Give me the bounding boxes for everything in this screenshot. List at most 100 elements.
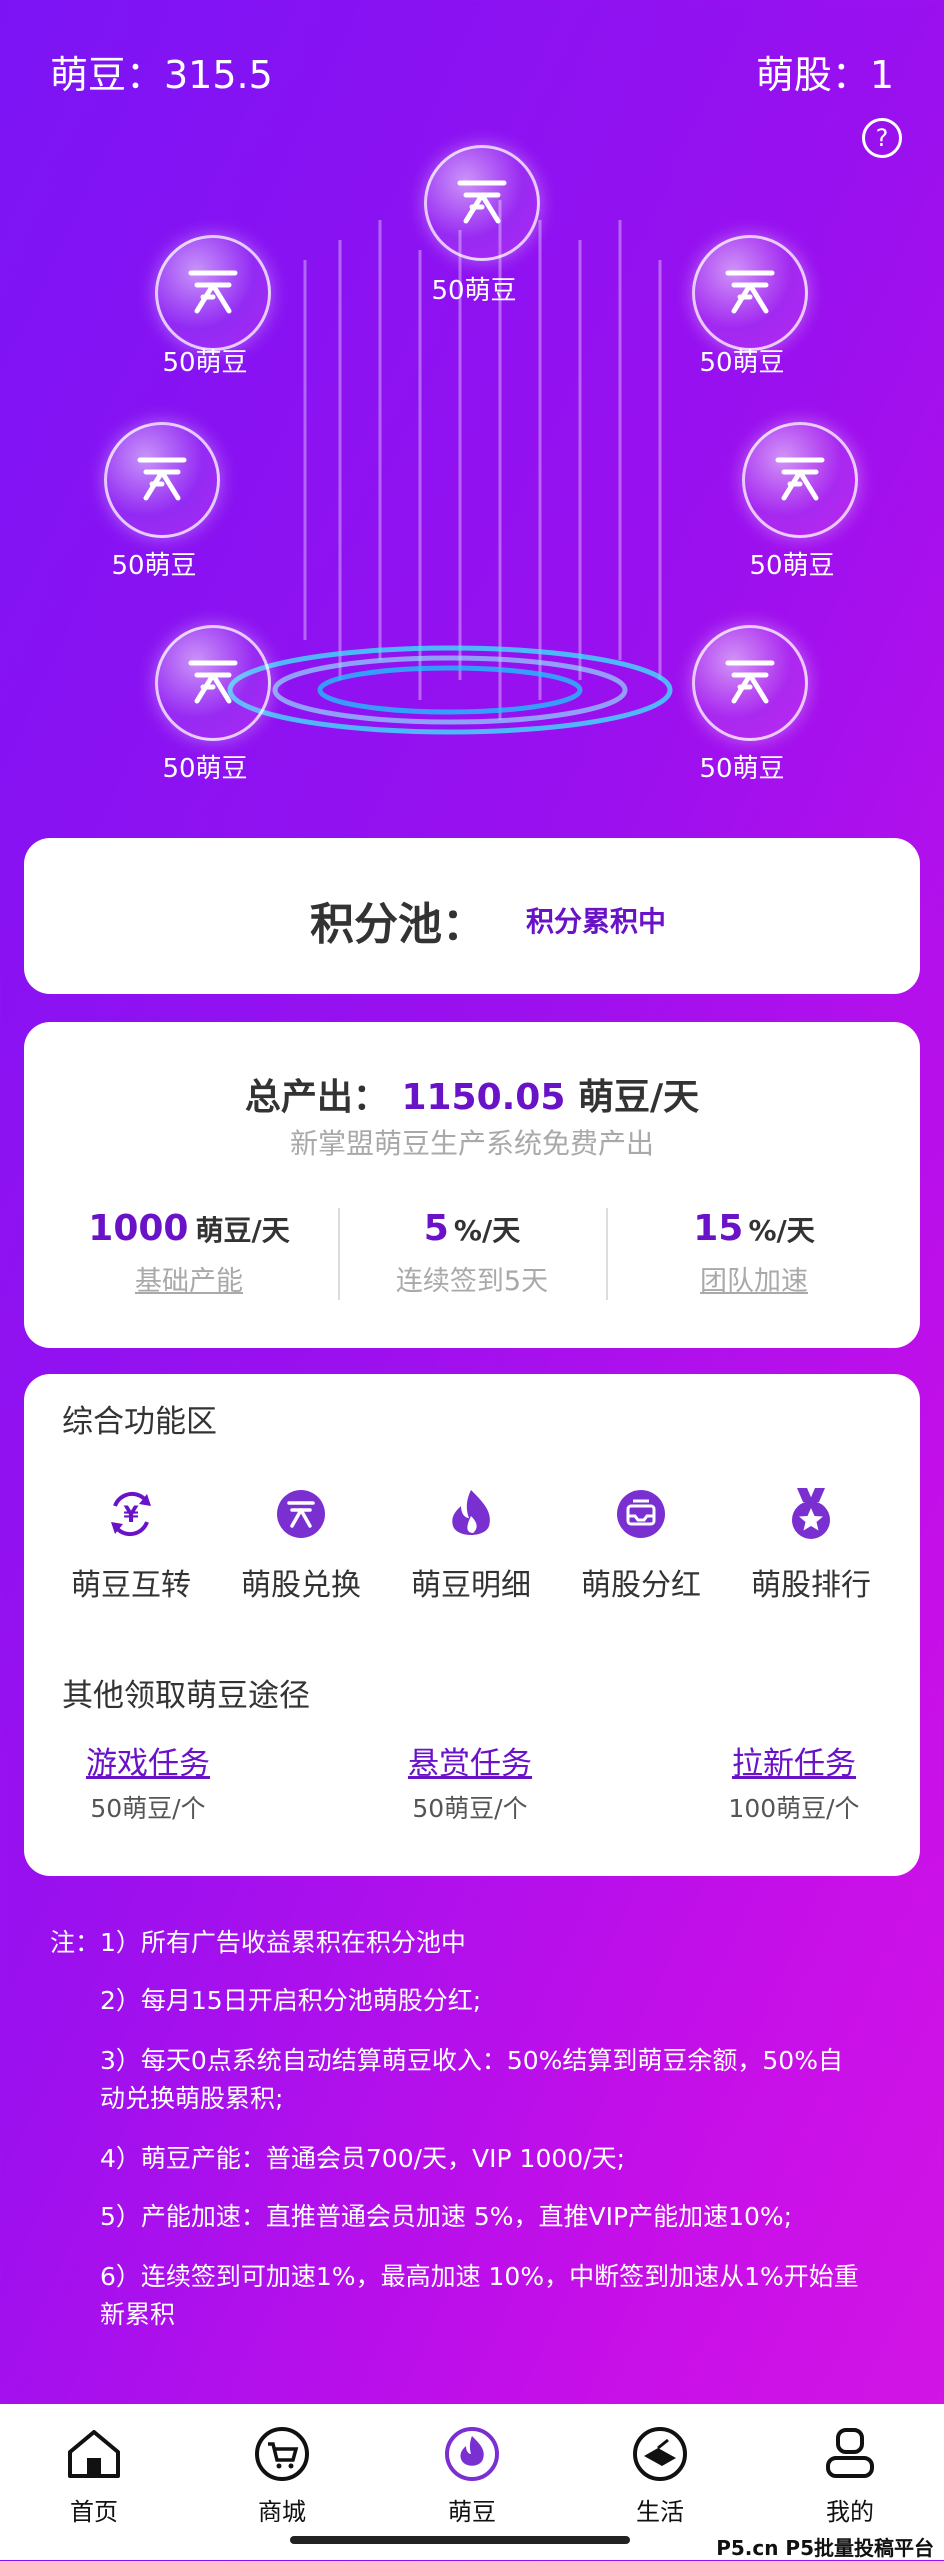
- stat-label-base-capacity[interactable]: 基础产能: [54, 1259, 324, 1298]
- output-card: 总产出： 1150.05 萌豆/天 新掌盟萌豆生产系统免费产出 1000 萌豆/…: [24, 1022, 920, 1348]
- func-share-dividend[interactable]: 萌股分红: [566, 1486, 716, 1604]
- pool-status: 积分累积中: [526, 905, 667, 938]
- coin-exchange-icon: [277, 1490, 325, 1538]
- total-output-row: 总产出： 1150.05 萌豆/天: [24, 1068, 920, 1120]
- note-6a: 6）连续签到可加速1%，最高加速 10%，中断签到加速从1%开始重: [100, 2262, 859, 2291]
- bean-bubble-label: 50萌豆: [431, 276, 517, 306]
- nav-label: 我的: [826, 2498, 874, 2526]
- flame-icon: [445, 2427, 499, 2481]
- bean-coin-icon: [725, 660, 775, 704]
- note-2: 2）每月15日开启积分池萌股分红;: [100, 1986, 482, 2015]
- nav-label: 首页: [70, 2498, 118, 2526]
- nav-profile[interactable]: 我的: [790, 2426, 910, 2527]
- home-indicator[interactable]: [290, 2536, 630, 2544]
- nav-beans[interactable]: 萌豆: [412, 2426, 532, 2527]
- note-1: 注：1）所有广告收益累积在积分池中: [50, 1928, 466, 1957]
- func-label: 萌股分红: [581, 1568, 701, 1603]
- bean-coin-icon: [457, 180, 507, 224]
- way-game-task[interactable]: 游戏任务 50萌豆/个: [48, 1738, 248, 1825]
- inbox-icon: [617, 1490, 665, 1538]
- bean-coin-icon: [188, 270, 238, 314]
- yen-transfer-icon: ¥: [111, 1491, 151, 1537]
- total-output-label: 总产出：: [244, 1077, 389, 1118]
- way-title[interactable]: 游戏任务: [48, 1738, 248, 1783]
- stat-label-team-boost[interactable]: 团队加速: [614, 1259, 894, 1298]
- note-3a: 3）每天0点系统自动结算萌豆收入：50%结算到萌豆余额，50%自: [100, 2046, 843, 2075]
- func-label: 萌豆互转: [71, 1568, 191, 1603]
- functions-title: 综合功能区: [62, 1404, 217, 1440]
- nav-label: 萌豆: [448, 2498, 496, 2526]
- note-3b: 动兑换萌股累积;: [100, 2084, 284, 2113]
- bean-bubble[interactable]: [424, 145, 540, 261]
- nav-label: 商城: [258, 2498, 306, 2526]
- home-icon: [68, 2430, 120, 2478]
- func-bean-transfer[interactable]: ¥ 萌豆互转: [56, 1486, 206, 1604]
- func-label: 萌股兑换: [241, 1568, 361, 1603]
- func-bean-detail[interactable]: 萌豆明细: [396, 1486, 546, 1604]
- bean-bubble[interactable]: [692, 235, 808, 351]
- func-share-exchange[interactable]: 萌股兑换: [226, 1486, 376, 1604]
- share-balance: 萌股：1: [755, 53, 894, 97]
- bean-bubble-label: 50萌豆: [162, 754, 248, 784]
- profile-icon: [826, 2428, 874, 2478]
- pool-title: 积分池：: [310, 899, 486, 950]
- stat-signin: 5 %/天 连续签到5天: [342, 1208, 602, 1298]
- cart-icon: [255, 2427, 309, 2481]
- stat-unit: %/天: [453, 1214, 521, 1247]
- bean-bubble[interactable]: [742, 422, 858, 538]
- watermark: P5.cn P5批量投稿平台: [716, 2536, 934, 2560]
- func-label: 萌豆明细: [411, 1568, 531, 1603]
- stat-value: 1000: [88, 1208, 189, 1249]
- note-6b: 新累积: [100, 2300, 176, 2329]
- bean-bubble-stage: 50萌豆 50萌豆 50萌豆 50萌豆 50萌豆 50萌豆 50萌豆: [0, 145, 944, 810]
- nav-label: 生活: [636, 2498, 684, 2526]
- way-invite-task[interactable]: 拉新任务 100萌豆/个: [694, 1738, 894, 1825]
- func-label: 萌股排行: [751, 1568, 871, 1603]
- divider: [338, 1208, 340, 1300]
- points-pool-card: 积分池： 积分累积中: [24, 838, 920, 994]
- other-ways-title: 其他领取萌豆途径: [62, 1678, 310, 1714]
- way-reward: 100萌豆/个: [728, 1794, 860, 1823]
- way-title[interactable]: 拉新任务: [694, 1738, 894, 1783]
- stat-value: 5: [423, 1208, 449, 1249]
- stat-value: 15: [693, 1208, 744, 1249]
- func-share-ranking[interactable]: 萌股排行: [736, 1486, 886, 1604]
- bean-coin-icon: [137, 457, 187, 501]
- note-4: 4）萌豆产能：普通会员700/天，VIP 1000/天;: [100, 2144, 626, 2173]
- bean-bubble-label: 50萌豆: [111, 551, 197, 581]
- nav-life[interactable]: 生活: [600, 2426, 720, 2527]
- total-output-value: 1150.05: [401, 1077, 566, 1118]
- nav-mall[interactable]: 商城: [222, 2426, 342, 2527]
- output-subtitle: 新掌盟萌豆生产系统免费产出: [289, 1127, 654, 1160]
- bean-bubble-label: 50萌豆: [162, 348, 248, 378]
- way-bounty-task[interactable]: 悬赏任务 50萌豆/个: [370, 1738, 570, 1825]
- bean-bubble[interactable]: [692, 625, 808, 741]
- bean-coin-icon: [725, 270, 775, 314]
- bean-coin-icon: [188, 660, 238, 704]
- stat-unit: 萌豆/天: [195, 1214, 290, 1247]
- flame-icon: [452, 1490, 490, 1535]
- stat-label-signin: 连续签到5天: [395, 1266, 549, 1297]
- stat-team: 15 %/天 团队加速: [614, 1208, 894, 1298]
- stat-unit: %/天: [748, 1214, 815, 1247]
- bean-bubble-label: 50萌豆: [699, 348, 785, 378]
- bean-bubble[interactable]: [155, 625, 271, 741]
- functions-card: 综合功能区 ¥ 萌豆互转 萌股兑换 萌豆明细 萌股分红 萌股排行 其他领取萌豆途…: [24, 1374, 920, 1876]
- life-icon: [633, 2427, 687, 2481]
- bean-bubble[interactable]: [155, 235, 271, 351]
- total-output-unit: 萌豆/天: [577, 1077, 700, 1118]
- bean-bubble-label: 50萌豆: [749, 551, 835, 581]
- note-5: 5）产能加速：直推普通会员加速 5%，直推VIP产能加速10%;: [100, 2202, 793, 2231]
- bean-coin-icon: [775, 457, 825, 501]
- bean-bubble[interactable]: [104, 422, 220, 538]
- stat-base: 1000 萌豆/天 基础产能: [54, 1208, 324, 1298]
- help-icon[interactable]: ?: [862, 118, 902, 158]
- nav-home[interactable]: 首页: [34, 2426, 154, 2527]
- bean-bubble-label: 50萌豆: [699, 754, 785, 784]
- medal-icon: [792, 1488, 830, 1539]
- way-reward: 50萌豆/个: [90, 1794, 206, 1823]
- way-reward: 50萌豆/个: [412, 1794, 528, 1823]
- way-title[interactable]: 悬赏任务: [370, 1738, 570, 1783]
- svg-text:¥: ¥: [123, 1503, 139, 1528]
- divider: [606, 1208, 608, 1300]
